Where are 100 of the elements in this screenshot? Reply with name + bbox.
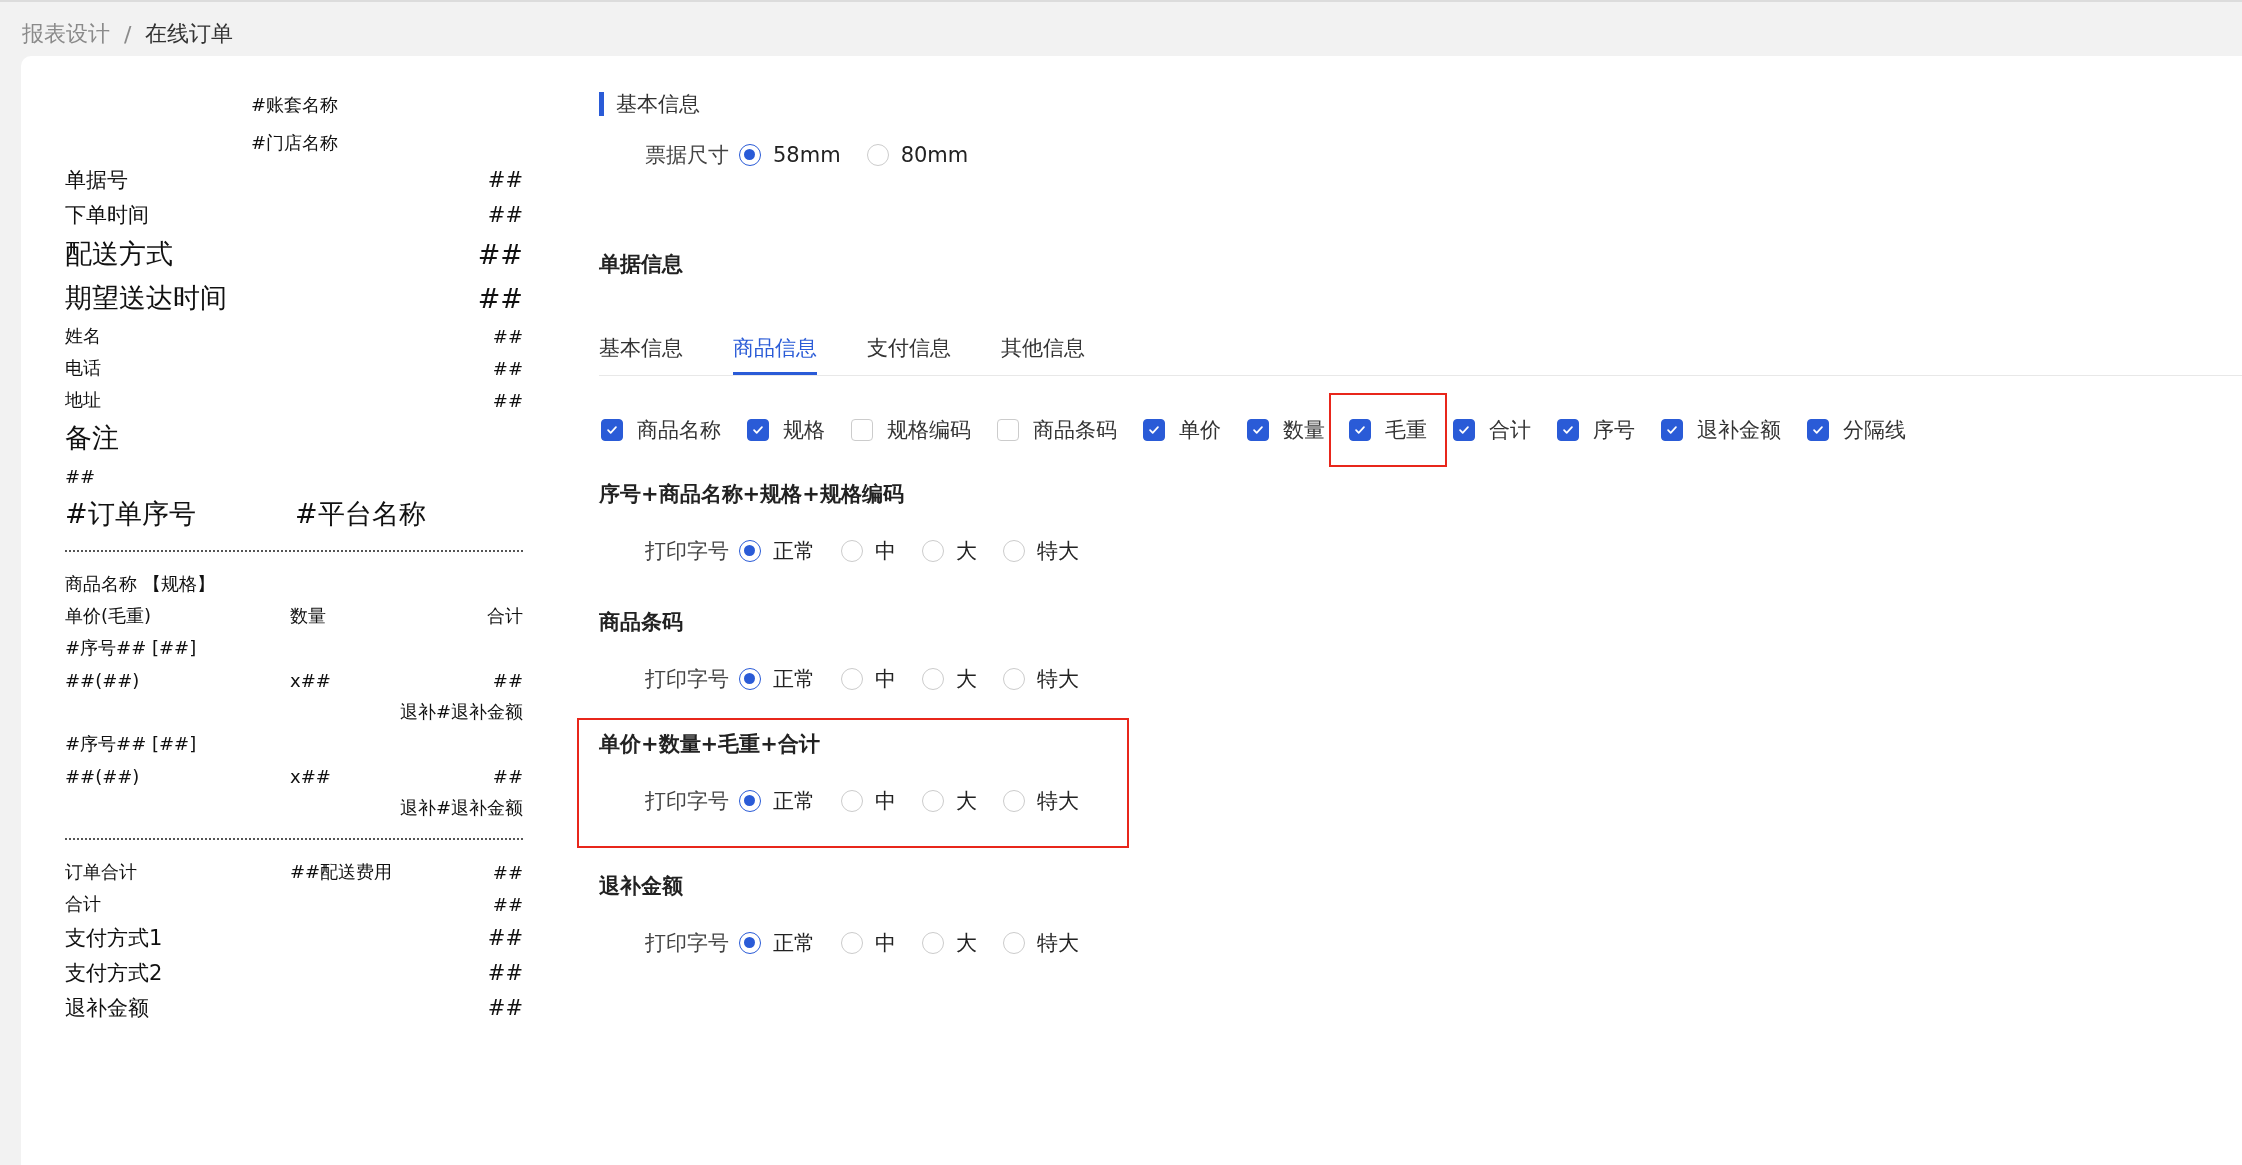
radio-label[interactable]: 正常: [773, 787, 815, 815]
receipt-text: ##(##): [65, 669, 141, 691]
receipt-text: 退补#退补金额: [399, 700, 523, 724]
checkbox-label[interactable]: 规格: [783, 416, 825, 444]
receipt-text: 商品名称 【规格】: [65, 572, 215, 596]
receipt-text: ##: [487, 925, 523, 950]
radio-label[interactable]: 大: [956, 787, 977, 815]
receipt-text: 期望送达时间: [65, 281, 227, 315]
radio-label[interactable]: 大: [956, 665, 977, 693]
checkbox-label[interactable]: 规格编码: [887, 416, 971, 444]
receipt-text: ##: [487, 202, 523, 227]
receipt-text: ##: [492, 765, 523, 787]
receipt-text: 退补金额: [65, 994, 149, 1022]
checkbox-label[interactable]: 数量: [1283, 416, 1325, 444]
receipt-text: ##: [492, 893, 523, 915]
checkbox[interactable]: [1807, 419, 1829, 441]
section-title: 序号+商品名称+规格+规格编码: [599, 481, 905, 508]
receipt-text: #平台名称: [295, 497, 426, 531]
checkbox[interactable]: [1661, 419, 1683, 441]
field-label: 打印字号: [645, 788, 729, 815]
breadcrumb-separator: /: [124, 21, 132, 47]
checkbox-label[interactable]: 分隔线: [1843, 416, 1906, 444]
receipt-text: ##: [492, 325, 523, 347]
receipt-text: #门店名称: [251, 131, 339, 155]
receipt-text: 支付方式1: [65, 924, 163, 952]
checkbox-label[interactable]: 单价: [1179, 416, 1221, 444]
field-label: 打印字号: [645, 666, 729, 693]
receipt-text: 支付方式2: [65, 959, 163, 987]
receipt-text: x##: [290, 765, 332, 787]
radio-label[interactable]: 正常: [773, 665, 815, 693]
check-icon: [605, 423, 619, 437]
field-label: 打印字号: [645, 538, 729, 565]
receipt-text: 电话: [65, 356, 101, 380]
tab[interactable]: 基本信息: [599, 326, 683, 375]
receipt-text: 退补#退补金额: [399, 796, 523, 820]
radio-label[interactable]: 中: [875, 929, 896, 957]
checkbox-label[interactable]: 序号: [1593, 416, 1635, 444]
checkbox-label[interactable]: 商品条码: [1033, 416, 1117, 444]
section-title: 退补金额: [599, 873, 684, 900]
receipt-text: 配送方式: [65, 237, 173, 271]
field-label: 打印字号: [645, 930, 729, 957]
radio-label[interactable]: 正常: [773, 929, 815, 957]
receipt-text: ##: [65, 465, 96, 487]
receipt-text: 合计: [487, 604, 523, 628]
receipt-text: ##: [487, 960, 523, 985]
check-icon: [751, 423, 765, 437]
receipt-text: 备注: [65, 421, 119, 455]
radio-label[interactable]: 58mm: [773, 143, 841, 167]
checkbox[interactable]: [1557, 419, 1579, 441]
checkbox[interactable]: [1247, 419, 1269, 441]
check-icon: [1147, 423, 1161, 437]
receipt-text: 单据号: [65, 166, 128, 194]
tab[interactable]: 商品信息: [733, 326, 817, 375]
receipt-text: ##: [487, 167, 523, 192]
section-title: 商品条码: [599, 609, 684, 636]
receipt-text: #序号## [##]: [65, 732, 197, 756]
checkbox-label[interactable]: 商品名称: [637, 416, 721, 444]
check-icon: [1665, 423, 1679, 437]
check-icon: [1561, 423, 1575, 437]
radio-label[interactable]: 大: [956, 929, 977, 957]
radio-label[interactable]: 80mm: [900, 143, 969, 167]
section-title: 单价+数量+毛重+合计: [599, 731, 821, 758]
radio-label[interactable]: 特大: [1037, 665, 1079, 693]
radio-label[interactable]: 特大: [1037, 929, 1079, 957]
radio-label[interactable]: 中: [875, 537, 896, 565]
checkbox[interactable]: [1143, 419, 1165, 441]
tab[interactable]: 其他信息: [1001, 326, 1085, 375]
check-icon: [1251, 423, 1265, 437]
section-title: 单据信息: [599, 251, 684, 278]
tab[interactable]: 支付信息: [867, 326, 951, 375]
radio-label[interactable]: 中: [875, 665, 896, 693]
receipt-text: 合计: [65, 892, 101, 916]
checkbox-label[interactable]: 毛重: [1385, 416, 1427, 444]
receipt-text: ##: [492, 669, 523, 691]
receipt-text: #订单序号: [65, 497, 197, 531]
radio-label[interactable]: 正常: [773, 537, 815, 565]
checkbox-label[interactable]: 合计: [1489, 416, 1531, 444]
receipt-text: 下单时间: [65, 201, 149, 229]
radio-label[interactable]: 特大: [1037, 787, 1079, 815]
receipt-text: ##: [492, 357, 523, 379]
checkbox[interactable]: [1349, 419, 1371, 441]
receipt-text: ##(##): [65, 765, 141, 787]
checkbox[interactable]: [1453, 419, 1475, 441]
check-icon: [1811, 423, 1825, 437]
accent-bar: [599, 92, 604, 116]
checkbox[interactable]: [747, 419, 769, 441]
receipt-text: #账套名称: [251, 93, 339, 117]
receipt-text: x##: [290, 669, 332, 691]
receipt-text: ##: [492, 861, 523, 883]
check-icon: [1353, 423, 1367, 437]
section-title: 基本信息: [616, 91, 700, 118]
receipt-text: 数量: [290, 604, 327, 628]
checkbox-label[interactable]: 退补金额: [1697, 416, 1781, 444]
radio-label[interactable]: 中: [875, 787, 896, 815]
receipt-text: 姓名: [65, 324, 101, 348]
check-icon: [1457, 423, 1471, 437]
checkbox[interactable]: [601, 419, 623, 441]
radio-label[interactable]: 特大: [1037, 537, 1079, 565]
receipt-text: #序号## [##]: [65, 636, 197, 660]
radio-label[interactable]: 大: [956, 537, 977, 565]
